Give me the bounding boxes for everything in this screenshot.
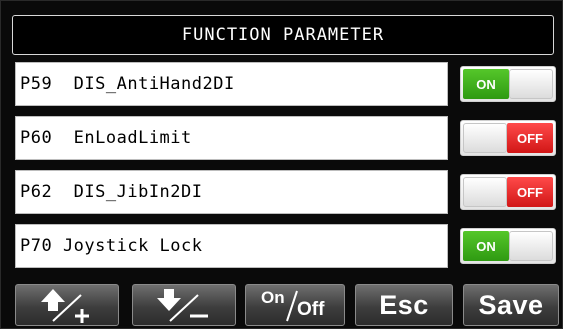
parameter-row-p59: P59 DIS_AntiHand2DI ON — [15, 62, 556, 108]
device-screen: FUNCTION PARAMETER P59 DIS_AntiHand2DI O… — [0, 0, 563, 329]
parameter-row-p62: P62 DIS_JibIn2DI OFF — [15, 170, 556, 216]
toggle-state-text: OFF — [507, 177, 553, 207]
parameter-label[interactable]: P59 DIS_AntiHand2DI — [15, 62, 448, 106]
bottom-toolbar: On Off Esc Save — [1, 282, 563, 330]
toggle-knob — [463, 123, 507, 153]
off-text: Off — [297, 299, 325, 320]
save-label: Save — [478, 289, 544, 320]
esc-button[interactable]: Esc — [355, 284, 453, 326]
arrow-down-minus-icon — [148, 285, 220, 325]
parameter-label[interactable]: P62 DIS_JibIn2DI — [15, 170, 448, 214]
toggle-switch-p62[interactable]: OFF — [460, 174, 556, 210]
toggle-state-text: ON — [463, 69, 509, 99]
toggle-state-text: OFF — [507, 123, 553, 153]
on-off-label: On Off — [255, 285, 335, 325]
on-off-button[interactable]: On Off — [245, 284, 345, 326]
parameter-row-p60: P60 EnLoadLimit OFF — [15, 116, 556, 162]
on-text: On — [261, 288, 285, 307]
toggle-switch-p60[interactable]: OFF — [460, 120, 556, 156]
parameter-row-p70: P70 Joystick Lock ON — [15, 224, 556, 270]
esc-label: Esc — [379, 289, 429, 320]
up-plus-button[interactable] — [15, 284, 119, 326]
toggle-state-text: ON — [463, 231, 509, 261]
arrow-up-plus-icon — [31, 285, 103, 325]
parameter-label[interactable]: P70 Joystick Lock — [15, 224, 448, 268]
toggle-knob — [509, 69, 553, 99]
toggle-switch-p59[interactable]: ON — [460, 66, 556, 102]
toggle-knob — [509, 231, 553, 261]
down-minus-button[interactable] — [132, 284, 236, 326]
toggle-switch-p70[interactable]: ON — [460, 228, 556, 264]
parameter-label[interactable]: P60 EnLoadLimit — [15, 116, 448, 160]
toggle-knob — [463, 177, 507, 207]
screen-title: FUNCTION PARAMETER — [12, 15, 554, 55]
save-button[interactable]: Save — [463, 284, 559, 326]
